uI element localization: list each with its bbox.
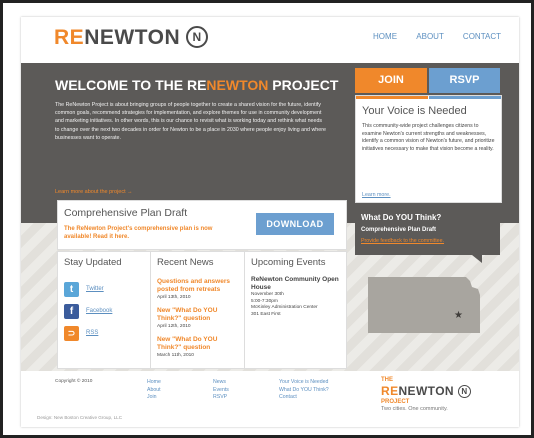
rsvp-button[interactable]: RSVP [429, 68, 500, 93]
state-map-icon: ★ [368, 277, 480, 333]
rss-link[interactable]: ⊃ RSS [64, 326, 144, 342]
footer-events-link[interactable]: Events [213, 387, 229, 395]
download-button[interactable]: DOWNLOAD [256, 213, 334, 235]
news-item-date: April 13th, 2010 [157, 295, 191, 300]
banner-title-pre: WELCOME TO THE RE [55, 77, 207, 93]
footer-about-link[interactable]: About [147, 387, 161, 395]
learn-more-project-link[interactable]: Learn more about the project → [55, 189, 133, 195]
info-columns: Stay Updated t Twitter f Facebook ⊃ RSS … [57, 251, 347, 369]
speech-bubble-tail [472, 255, 482, 263]
plan-body-link[interactable]: The ReNewton Project's comprehensive pla… [64, 225, 224, 241]
footer-join-link[interactable]: Join [147, 394, 161, 402]
logo-n-circle-icon: N [186, 26, 209, 48]
logo-newton: NEWTON [84, 26, 181, 49]
news-item-title: Questions and answers posted from retrea… [157, 278, 230, 293]
facebook-icon: f [64, 304, 79, 319]
browser-frame: RENEWTON N HOME ABOUT CONTACT WELCOME TO … [0, 0, 534, 438]
event-item[interactable]: ReNewton Community Open House November 3… [251, 276, 343, 318]
news-item-title: New "What Do YOU Think?" question [157, 336, 218, 351]
blue-accent-bar [429, 96, 501, 99]
facebook-link[interactable]: f Facebook [64, 304, 144, 320]
footer-logo-the: THE [381, 377, 393, 383]
footer-contact-link[interactable]: Contact [279, 394, 329, 402]
footer-col-1: Home About Join [147, 379, 161, 402]
recent-news-title: Recent News [157, 257, 214, 268]
stay-updated-column: Stay Updated t Twitter f Facebook ⊃ RSS [58, 252, 150, 368]
footer-think-link[interactable]: What Do YOU Think? [279, 387, 329, 395]
nav-home-link[interactable]: HOME [373, 32, 397, 41]
news-item[interactable]: Questions and answers posted from retrea… [157, 278, 241, 300]
news-item-date: April 12th, 2010 [157, 324, 191, 329]
page: RENEWTON N HOME ABOUT CONTACT WELCOME TO … [21, 17, 519, 427]
upcoming-events-column: Upcoming Events ReNewton Community Open … [244, 252, 347, 368]
join-button[interactable]: JOIN [355, 68, 427, 93]
footer-col-3: Your Voice is Needed What Do YOU Think? … [279, 379, 329, 402]
event-title: ReNewton Community Open House [251, 276, 339, 291]
orange-accent-bar [356, 96, 428, 99]
footer-logo-n-circle-icon: N [458, 385, 471, 398]
upcoming-events-title: Upcoming Events [251, 257, 326, 268]
what-do-you-think-box: What Do YOU Think? Comprehensive Plan Dr… [355, 207, 500, 263]
footer-logo[interactable]: THE RENEWTON N PROJECT Two cities. One co… [381, 377, 471, 412]
news-item-title: New "What Do YOU Think?" question [157, 307, 218, 322]
voice-title: Your Voice is Needed [362, 105, 467, 117]
news-item-date: March 11th, 2010 [157, 353, 194, 358]
news-item[interactable]: New "What Do YOU Think?" question April … [157, 307, 241, 329]
footer-news-link[interactable]: News [213, 379, 229, 387]
footer-logo-main: RENEWTON N [381, 384, 471, 398]
recent-news-column: Recent News Questions and answers posted… [150, 252, 245, 368]
provide-feedback-link[interactable]: Provide feedback to the committee. [361, 238, 444, 244]
twitter-icon: t [64, 282, 79, 297]
nav-about-link[interactable]: ABOUT [416, 32, 443, 41]
footer-home-link[interactable]: Home [147, 379, 161, 387]
event-address: 301 East First [251, 311, 281, 317]
news-item[interactable]: New "What Do YOU Think?" question March … [157, 336, 241, 358]
plan-title: Comprehensive Plan Draft [64, 207, 188, 219]
top-nav: HOME ABOUT CONTACT [356, 32, 501, 41]
logo-re: RE [54, 26, 85, 49]
banner-title-highlight: NEWTON [206, 77, 269, 93]
rss-label: RSS [86, 330, 99, 336]
footer-voice-link[interactable]: Your Voice is Needed [279, 379, 329, 387]
city-star-icon: ★ [454, 310, 463, 321]
rss-icon: ⊃ [64, 326, 79, 341]
voice-learn-more-link[interactable]: Learn more. [362, 192, 391, 198]
voice-needed-card: Your Voice is Needed This community-wide… [355, 95, 502, 203]
banner-title: WELCOME TO THE RENEWTON PROJECT [55, 77, 338, 93]
think-title: What Do YOU Think? [361, 213, 442, 222]
footer-rsvp-link[interactable]: RSVP [213, 394, 229, 402]
facebook-label: Facebook [86, 308, 113, 314]
voice-body: This community-wide project challenges c… [362, 123, 495, 152]
design-credit: Design: New Boston Creative Group, LLC [37, 415, 123, 420]
banner-body: The ReNewton Project is about bringing g… [55, 102, 326, 141]
twitter-link[interactable]: t Twitter [64, 282, 144, 298]
twitter-label: Twitter [86, 286, 104, 292]
footer-col-2: News Events RSVP [213, 379, 229, 402]
footer-logo-newton: NEWTON [398, 384, 454, 398]
nav-contact-link[interactable]: CONTACT [463, 32, 501, 41]
footer-tagline: Two cities. One community. [381, 406, 448, 412]
state-shape [368, 277, 480, 333]
copyright: Copyright © 2010 [55, 379, 93, 384]
banner-title-post: PROJECT [268, 77, 339, 93]
stay-updated-title: Stay Updated [64, 257, 122, 268]
think-subtitle: Comprehensive Plan Draft [361, 227, 437, 233]
footer-logo-re: RE [381, 384, 399, 398]
footer-logo-project: PROJECT [381, 399, 410, 405]
comprehensive-plan-card: Comprehensive Plan Draft The ReNewton Pr… [57, 200, 347, 250]
site-logo[interactable]: RENEWTON N [54, 26, 209, 50]
